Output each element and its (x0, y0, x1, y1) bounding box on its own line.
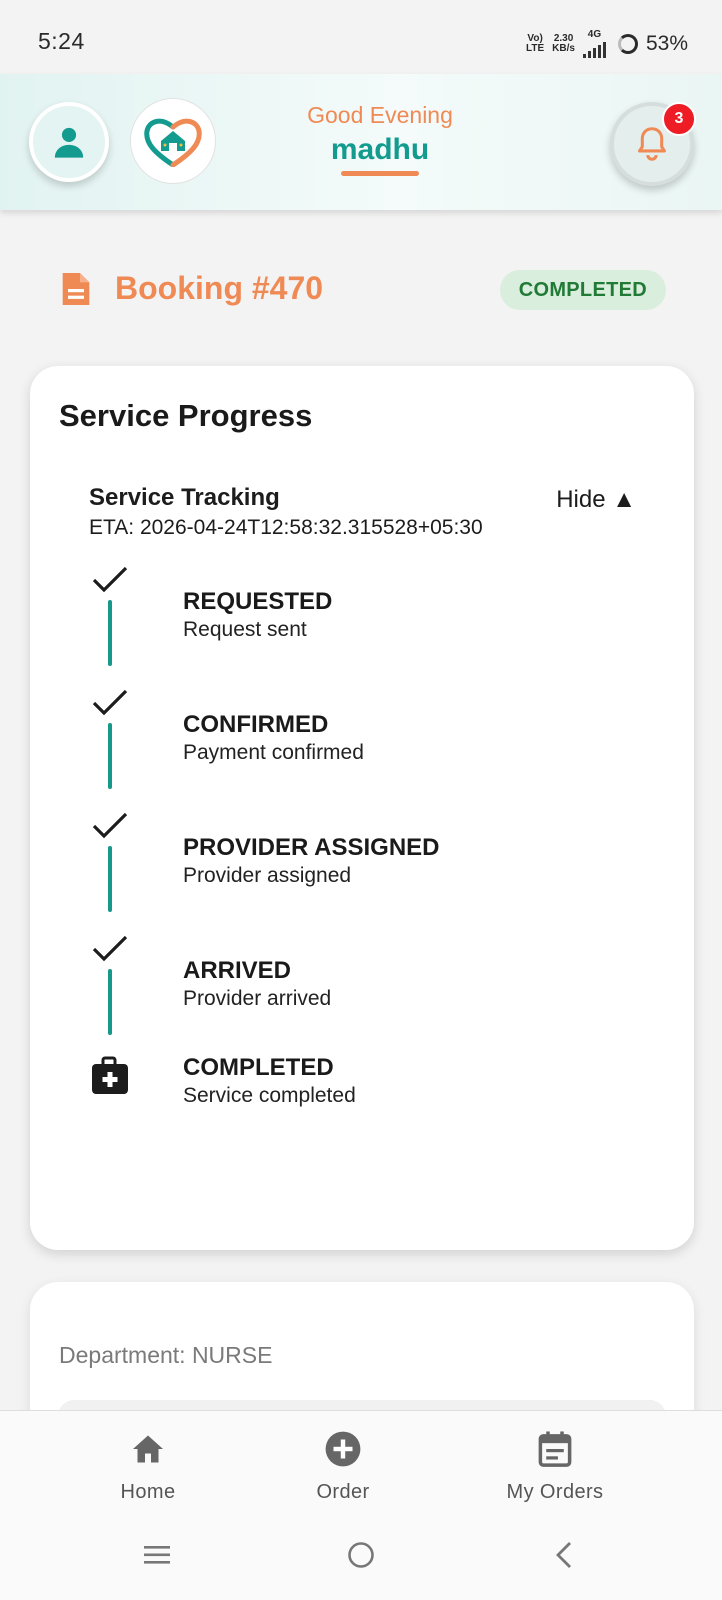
status-icons: Vo) LTE 2.30 KB/s 4G 53% (526, 30, 688, 58)
check-icon (92, 935, 128, 962)
department-label: Department: NURSE (59, 1342, 273, 1368)
nav-my-orders[interactable]: My Orders (485, 1429, 625, 1504)
volte-indicator: Vo) LTE (526, 33, 545, 54)
greeting-text: Good Evening (307, 102, 453, 128)
signal-icon: 4G (582, 30, 606, 58)
user-name: madhu (330, 133, 430, 166)
check-icon (92, 566, 128, 593)
back-chevron-icon[interactable] (550, 1540, 580, 1570)
calendar-icon (538, 1431, 572, 1467)
status-badge: COMPLETED (499, 270, 666, 310)
bottom-navigation: Home Order My Orders (0, 1410, 722, 1522)
hide-toggle-button[interactable]: Hide ▲ (556, 486, 636, 514)
battery-ring-icon (617, 34, 638, 54)
notifications-button[interactable]: 3 (610, 102, 696, 186)
step-connector (108, 969, 112, 1035)
step-desc: Provider assigned (183, 864, 352, 887)
status-bar: 5:24 Vo) LTE 2.30 KB/s 4G 53% (0, 0, 722, 74)
step-name: COMPLETED (183, 1054, 334, 1081)
greeting-block: Good Evening madhu (280, 102, 480, 176)
step-desc: Payment confirmed (183, 741, 364, 764)
booking-title: Booking #470 (115, 270, 324, 306)
status-time: 5:24 (38, 28, 85, 54)
medical-kit-icon (92, 1056, 128, 1094)
nav-home[interactable]: Home (78, 1429, 218, 1504)
nav-label: Order (316, 1481, 370, 1503)
step-desc: Provider arrived (183, 987, 332, 1010)
nav-label: Home (120, 1481, 176, 1503)
recent-apps-icon[interactable] (142, 1540, 172, 1570)
step-desc: Service completed (183, 1084, 356, 1107)
nav-label: My Orders (506, 1481, 604, 1503)
booking-header: Booking #470 COMPLETED (60, 266, 670, 316)
check-icon (92, 812, 128, 839)
nav-order[interactable]: Order (273, 1429, 413, 1504)
step-connector (108, 600, 112, 666)
step-name: ARRIVED (183, 957, 292, 984)
step-desc: Request sent (183, 618, 307, 641)
step-provider-assigned: PROVIDER ASSIGNED Provider assigned (88, 810, 648, 920)
greeting-underline (341, 171, 419, 176)
system-navigation-bar (0, 1522, 722, 1600)
notification-count-badge: 3 (662, 102, 696, 136)
bell-icon (638, 127, 666, 161)
home-circle-icon[interactable] (346, 1540, 376, 1570)
home-icon (133, 1435, 163, 1463)
service-progress-card: Service Progress Service Tracking ETA: 2… (30, 366, 694, 1250)
card-title: Service Progress (59, 398, 313, 433)
step-arrived: ARRIVED Provider arrived (88, 933, 648, 1043)
step-completed: COMPLETED Service completed (88, 1030, 648, 1140)
network-speed: 2.30 KB/s (552, 33, 575, 54)
check-icon (92, 689, 128, 716)
step-name: CONFIRMED (183, 711, 329, 738)
app-logo (130, 98, 216, 184)
step-connector (108, 846, 112, 912)
person-icon (54, 127, 84, 158)
add-circle-icon (325, 1431, 361, 1467)
tracking-title: Service Tracking (89, 484, 280, 511)
document-icon (62, 273, 90, 305)
battery-percent: 53% (645, 32, 688, 55)
app-header: Good Evening madhu 3 (0, 74, 722, 210)
step-requested: REQUESTED Request sent (88, 564, 648, 674)
profile-button[interactable] (29, 102, 109, 182)
step-confirmed: CONFIRMED Payment confirmed (88, 687, 648, 797)
eta-text: ETA: 2026-04-24T12:58:32.315528+05:30 (89, 516, 483, 539)
step-connector (108, 723, 112, 789)
step-name: REQUESTED (183, 588, 333, 615)
step-name: PROVIDER ASSIGNED (183, 834, 440, 861)
home-heart-logo-icon (144, 118, 202, 167)
